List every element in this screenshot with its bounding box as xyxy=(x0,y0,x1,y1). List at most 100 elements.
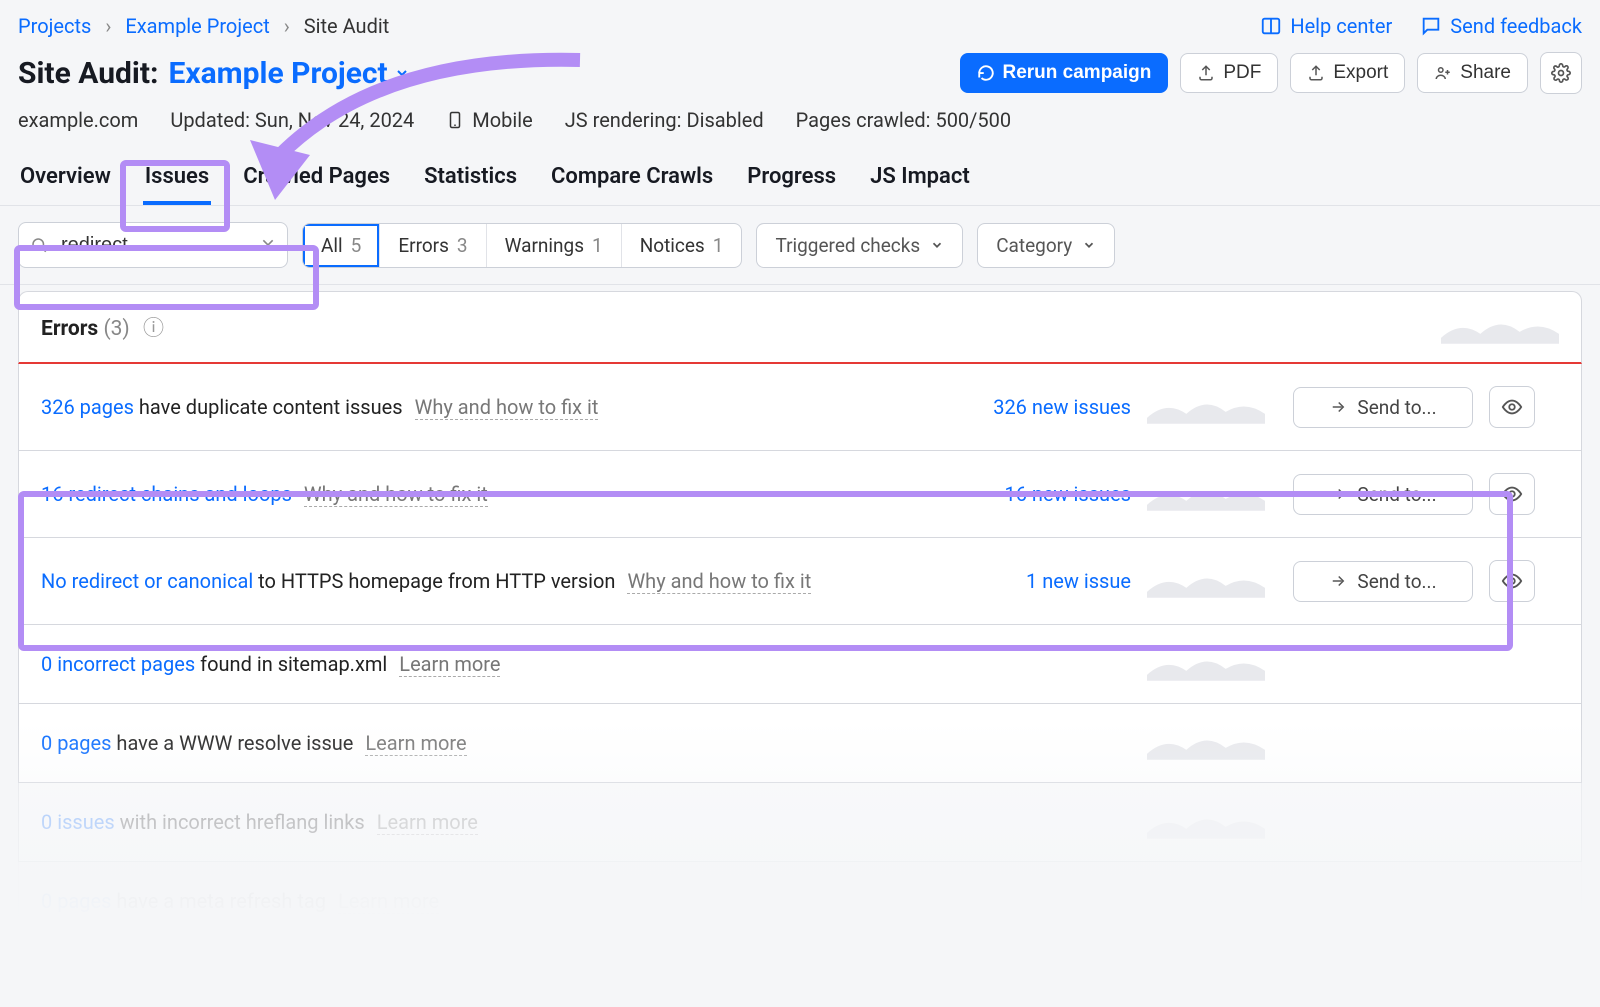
section-title-label: Errors xyxy=(41,317,98,341)
tab-overview[interactable]: Overview xyxy=(18,154,113,205)
why-link[interactable]: Learn more xyxy=(399,652,500,677)
meta-js: JS rendering: Disabled xyxy=(565,108,764,132)
issue-row: 0 incorrect pages found in sitemap.xml Le… xyxy=(18,625,1582,704)
sparkline xyxy=(1147,477,1265,511)
eye-icon xyxy=(1501,396,1523,418)
tab-issues[interactable]: Issues xyxy=(143,154,211,205)
rerun-campaign-button[interactable]: Rerun campaign xyxy=(960,53,1169,93)
tab-crawled-pages[interactable]: Crawled Pages xyxy=(241,154,392,205)
why-link[interactable]: Learn more xyxy=(338,889,439,914)
help-center-link[interactable]: Help center xyxy=(1260,14,1392,38)
tabs: Overview Issues Crawled Pages Statistics… xyxy=(0,148,1600,206)
sparkline xyxy=(1147,884,1265,918)
category-dropdown[interactable]: Category xyxy=(977,223,1115,268)
feedback-icon xyxy=(1420,15,1442,37)
issue-row: 0 issues with incorrect hreflang links Le… xyxy=(18,783,1582,862)
visibility-button[interactable] xyxy=(1489,386,1535,428)
meta-device: Mobile xyxy=(446,108,532,132)
issue-text: have a meta refresh tag xyxy=(111,889,326,913)
filter-warnings[interactable]: Warnings1 xyxy=(487,224,622,267)
upload-icon xyxy=(1197,64,1215,82)
issue-text: have a WWW resolve issue xyxy=(111,731,353,755)
send-feedback-link[interactable]: Send feedback xyxy=(1420,14,1582,38)
page-title: Site Audit: xyxy=(18,56,158,91)
why-link[interactable]: Learn more xyxy=(365,731,466,756)
eye-icon xyxy=(1501,483,1523,505)
project-selector[interactable]: Example Project xyxy=(168,56,409,91)
upload-icon xyxy=(1307,64,1325,82)
why-link[interactable]: Why and how to fix it xyxy=(304,482,488,507)
breadcrumb-projects[interactable]: Projects xyxy=(18,14,91,38)
info-icon[interactable]: ⓘ xyxy=(143,317,164,341)
issue-link[interactable]: 0 pages xyxy=(41,731,111,755)
breadcrumb-current: Site Audit xyxy=(304,14,390,38)
help-icon xyxy=(1260,15,1282,37)
issue-row: 326 pages have duplicate content issues W… xyxy=(18,364,1582,451)
chevron-down-icon xyxy=(1082,238,1096,252)
issue-link[interactable]: No redirect or canonical xyxy=(41,569,253,593)
mobile-icon xyxy=(446,108,464,132)
tab-compare-crawls[interactable]: Compare Crawls xyxy=(549,154,715,205)
tab-js-impact[interactable]: JS Impact xyxy=(868,154,972,205)
sparkline xyxy=(1147,805,1265,839)
tab-progress[interactable]: Progress xyxy=(745,154,838,205)
meta-row: example.com Updated: Sun, Nov 24, 2024 M… xyxy=(0,104,1600,148)
refresh-icon xyxy=(977,64,995,82)
clear-icon[interactable] xyxy=(260,237,276,253)
why-link[interactable]: Learn more xyxy=(377,810,478,835)
issue-text: have duplicate content issues xyxy=(134,395,403,419)
gear-icon xyxy=(1551,63,1571,83)
issue-text: to HTTPS homepage from HTTP version xyxy=(253,569,615,593)
eye-icon xyxy=(1501,570,1523,592)
breadcrumb: Projects › Example Project › Site Audit xyxy=(18,14,389,38)
visibility-button[interactable] xyxy=(1489,473,1535,515)
search-input[interactable] xyxy=(18,222,288,268)
triggered-checks-dropdown[interactable]: Triggered checks xyxy=(756,223,963,268)
sparkline xyxy=(1147,390,1265,424)
chevron-right-icon: › xyxy=(105,14,111,38)
chevron-down-icon xyxy=(394,65,410,81)
pdf-button[interactable]: PDF xyxy=(1180,53,1278,93)
issue-text: with incorrect hreflang links xyxy=(115,810,365,834)
chevron-right-icon: › xyxy=(284,14,290,38)
filter-all[interactable]: All5 xyxy=(303,224,380,267)
new-issues-link[interactable]: 326 new issues xyxy=(941,395,1131,419)
send-to-button[interactable]: Send to... xyxy=(1293,474,1473,515)
tab-statistics[interactable]: Statistics xyxy=(422,154,519,205)
section-title-count: (3) xyxy=(103,317,129,341)
meta-updated: Updated: Sun, Nov 24, 2024 xyxy=(170,108,414,132)
filter-notices[interactable]: Notices1 xyxy=(622,224,742,267)
issue-row: 16 redirect chains and loops Why and how … xyxy=(18,451,1582,538)
settings-button[interactable] xyxy=(1540,52,1582,94)
issue-link[interactable]: 0 pages xyxy=(41,889,111,913)
export-button[interactable]: Export xyxy=(1290,53,1405,93)
send-to-button[interactable]: Send to... xyxy=(1293,561,1473,602)
visibility-button[interactable] xyxy=(1489,560,1535,602)
chevron-down-icon xyxy=(930,238,944,252)
new-issues-link[interactable]: 1 new issue xyxy=(941,569,1131,593)
filter-errors[interactable]: Errors3 xyxy=(380,224,486,267)
search-icon xyxy=(30,236,48,254)
issue-row: 0 pages have a WWW resolve issue Learn mo… xyxy=(18,704,1582,783)
sparkline xyxy=(1147,726,1265,760)
arrow-right-icon xyxy=(1329,398,1347,416)
new-issues-link[interactable]: 16 new issues xyxy=(941,482,1131,506)
issue-link[interactable]: 0 issues xyxy=(41,810,115,834)
send-to-button[interactable]: Send to... xyxy=(1293,387,1473,428)
sparkline xyxy=(1147,647,1265,681)
meta-domain: example.com xyxy=(18,108,138,132)
issue-row: 0 pages have a meta refresh tag Learn mor… xyxy=(18,862,1582,941)
share-button[interactable]: Share xyxy=(1417,53,1528,93)
why-link[interactable]: Why and how to fix it xyxy=(415,395,599,420)
why-link[interactable]: Why and how to fix it xyxy=(627,569,811,594)
arrow-right-icon xyxy=(1329,572,1347,590)
issue-text: found in sitemap.xml xyxy=(195,652,387,676)
issue-link[interactable]: 0 incorrect pages xyxy=(41,652,195,676)
filter-segments: All5 Errors3 Warnings1 Notices1 xyxy=(302,223,742,268)
issue-row: No redirect or canonical to HTTPS homepa… xyxy=(18,538,1582,625)
sparkline xyxy=(1147,564,1265,598)
breadcrumb-project[interactable]: Example Project xyxy=(125,14,269,38)
meta-pages-crawled: Pages crawled: 500/500 xyxy=(796,108,1012,132)
issue-link[interactable]: 326 pages xyxy=(41,395,134,419)
issue-link[interactable]: 16 redirect chains and loops xyxy=(41,482,292,506)
